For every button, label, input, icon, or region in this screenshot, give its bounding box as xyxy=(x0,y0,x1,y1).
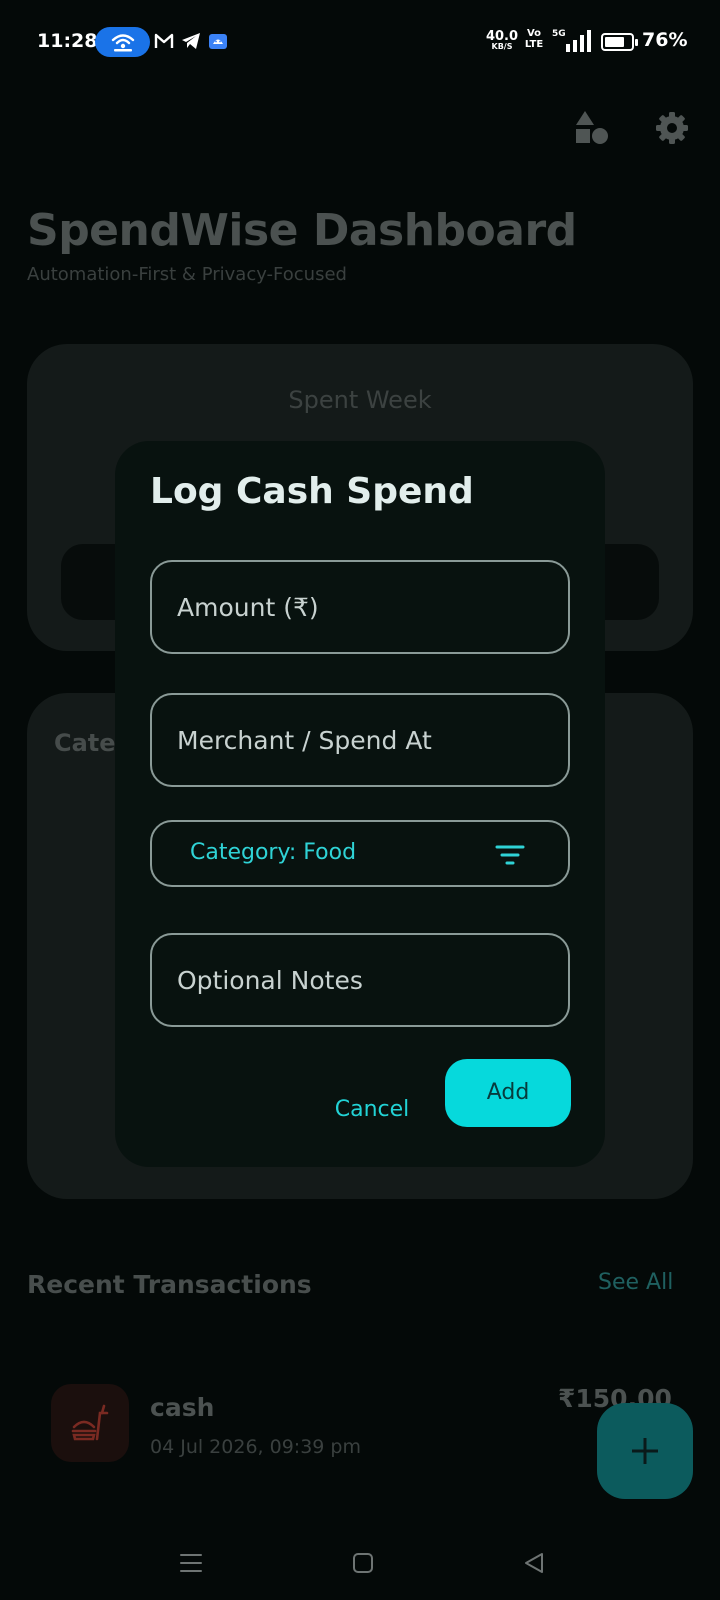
home-icon[interactable] xyxy=(352,1552,374,1574)
see-all-link[interactable]: See All xyxy=(598,1270,673,1295)
merchant-input[interactable] xyxy=(150,693,570,787)
gear-icon[interactable] xyxy=(654,110,690,146)
category-label: Category: Food xyxy=(190,840,357,865)
log-cash-spend-dialog: Log Cash Spend Category: Food Cancel Add xyxy=(115,441,605,1167)
category-selector[interactable]: Category: Food xyxy=(150,820,570,887)
battery-icon xyxy=(601,33,638,51)
shapes-icon[interactable] xyxy=(574,110,610,146)
network-speed: 40.0 KB/S xyxy=(485,29,519,51)
gmail-icon xyxy=(154,33,174,48)
spent-week-label: Spent Week xyxy=(288,386,432,414)
dialog-title: Log Cash Spend xyxy=(150,471,474,512)
transaction-icon xyxy=(51,1384,129,1462)
add-transaction-fab[interactable] xyxy=(597,1403,693,1499)
hotspot-indicator[interactable] xyxy=(95,27,150,57)
telegram-icon xyxy=(182,33,200,49)
back-icon[interactable] xyxy=(523,1552,545,1574)
add-button[interactable]: Add xyxy=(445,1059,571,1127)
page-subtitle: Automation-First & Privacy-Focused xyxy=(27,264,347,285)
status-bar: 11:28 40.0 KB/S Vo LTE 5G 76% xyxy=(0,0,720,84)
transaction-name: cash xyxy=(150,1393,215,1422)
transaction-date: 04 Jul 2026, 09:39 pm xyxy=(150,1436,361,1458)
signal-icon xyxy=(566,30,591,52)
recent-transactions-title: Recent Transactions xyxy=(27,1270,312,1299)
notes-input[interactable] xyxy=(150,933,570,1027)
amount-input[interactable] xyxy=(150,560,570,654)
filter-icon xyxy=(495,845,525,865)
battery-fill xyxy=(605,37,624,47)
android-icon xyxy=(209,34,227,49)
status-time: 11:28 xyxy=(37,30,98,52)
menu-icon[interactable] xyxy=(179,1552,203,1574)
hotspot-icon xyxy=(111,34,135,52)
category-card-label: Cate xyxy=(54,729,116,757)
volte-indicator: Vo LTE xyxy=(524,28,544,50)
plus-icon xyxy=(632,1438,658,1464)
fastfood-icon xyxy=(71,1404,109,1441)
battery-percent: 76% xyxy=(642,29,688,51)
page-title: SpendWise Dashboard xyxy=(27,205,577,256)
cancel-button[interactable]: Cancel xyxy=(325,1090,419,1130)
